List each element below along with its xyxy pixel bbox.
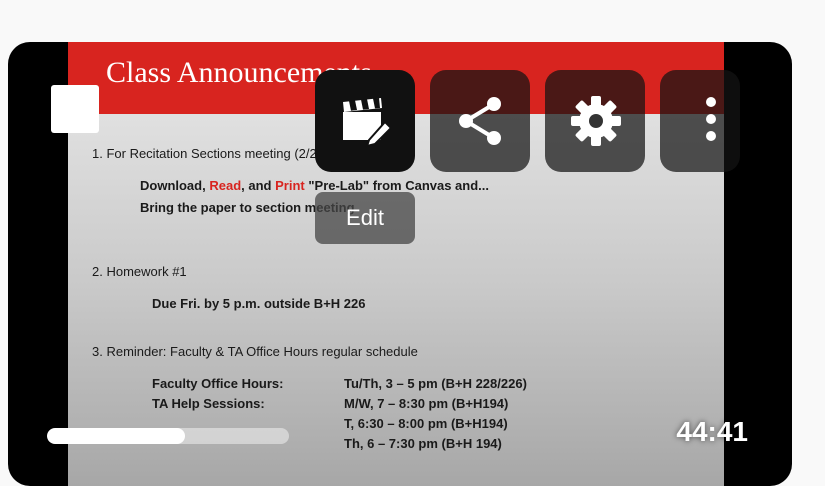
- top-strip: [0, 0, 825, 42]
- video-duration: 44:41: [676, 416, 748, 447]
- slide-item-2-detail: Due Fri. by 5 p.m. outside B+H 226: [152, 296, 366, 311]
- more-options-button[interactable]: [660, 70, 740, 172]
- share-button[interactable]: [430, 70, 530, 172]
- slide-print: Print: [275, 178, 305, 193]
- video-thumbnail[interactable]: Class Announcements 1. For Recitation Se…: [8, 42, 792, 486]
- slide-download: Download,: [140, 178, 206, 193]
- slide-rest: "Pre-Lab" from Canvas and...: [308, 178, 490, 193]
- faculty-hours-value: Tu/Th, 3 – 5 pm (B+H 228/226): [344, 376, 527, 391]
- slide-read: Read: [209, 178, 242, 193]
- edit-icon: [343, 98, 393, 148]
- slide-item-1-detail: Download, Read, and Print "Pre-Lab" from…: [140, 178, 489, 193]
- select-checkbox[interactable]: [51, 85, 99, 133]
- ta-sessions-value-2: T, 6:30 – 8:00 pm (B+H194): [344, 416, 508, 431]
- slide-and: , and: [241, 178, 272, 193]
- faculty-hours-label: Faculty Office Hours:: [152, 376, 284, 391]
- ta-sessions-label: TA Help Sessions:: [152, 396, 265, 411]
- ta-sessions-value-3: Th, 6 – 7:30 pm (B+H 194): [344, 436, 502, 451]
- progress-bar[interactable]: [47, 428, 289, 444]
- gear-icon: [571, 96, 621, 146]
- slide-item-3: 3. Reminder: Faculty & TA Office Hours r…: [92, 344, 418, 359]
- slide-item-2: 2. Homework #1: [92, 264, 187, 279]
- edit-button[interactable]: [315, 70, 415, 172]
- more-vert-icon: [706, 97, 716, 141]
- share-icon: [459, 97, 501, 145]
- settings-button[interactable]: [545, 70, 645, 172]
- progress-fill: [47, 428, 185, 444]
- edit-tooltip: Edit: [315, 192, 415, 244]
- ta-sessions-value-1: M/W, 7 – 8:30 pm (B+H194): [344, 396, 509, 411]
